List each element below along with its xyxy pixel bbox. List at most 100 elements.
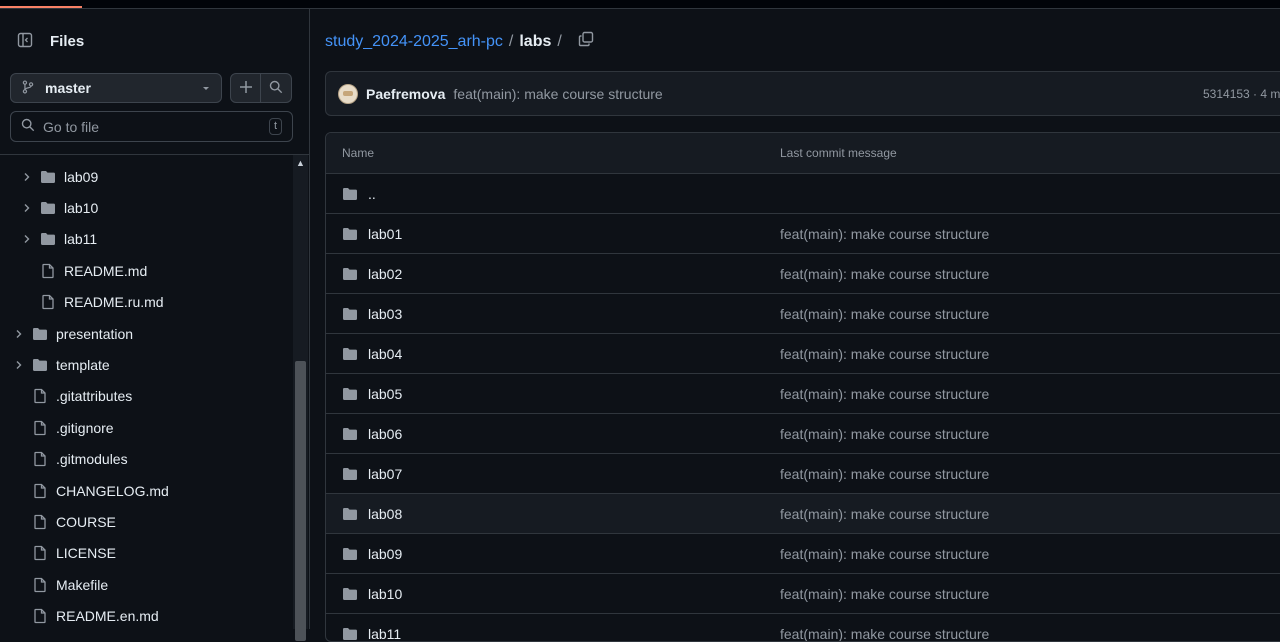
folder-icon <box>32 326 48 342</box>
tree-item[interactable]: .gitignore <box>0 412 292 443</box>
chevron-right-icon[interactable] <box>20 232 34 246</box>
commit-message-link[interactable]: feat(main): make course structure <box>780 306 989 322</box>
folder-icon <box>342 546 358 565</box>
chevron-right-icon[interactable] <box>20 201 34 215</box>
table-row[interactable]: lab11 feat(main): make course structure <box>326 614 1280 641</box>
tree-item[interactable]: .gitmodules <box>0 444 292 475</box>
file-name-link[interactable]: lab10 <box>368 586 402 602</box>
tree-item-label: .gitattributes <box>56 388 133 405</box>
folder-icon <box>342 506 358 525</box>
avatar[interactable] <box>338 83 358 104</box>
file-icon <box>32 388 48 404</box>
tree-item[interactable]: template <box>0 349 292 380</box>
column-header-commit-message: Last commit message <box>780 146 897 160</box>
commit-sha-and-time[interactable]: 5314153 · 4 minutes ago <box>1203 87 1280 101</box>
table-row[interactable]: lab03 feat(main): make course structure <box>326 294 1280 334</box>
tree-item[interactable]: COURSE <box>0 506 292 537</box>
sidebar-scrollbar[interactable]: ▲ <box>293 155 308 641</box>
tree-item[interactable]: presentation <box>0 318 292 349</box>
tree-item-label: README.en.md <box>56 608 159 625</box>
file-name-link[interactable]: lab11 <box>368 626 401 641</box>
tree-item[interactable]: lab10 <box>0 192 292 223</box>
table-row[interactable]: lab08 feat(main): make course structure <box>326 494 1280 534</box>
caret-down-icon <box>201 80 211 96</box>
collapse-sidebar-button[interactable] <box>10 26 40 56</box>
scrollbar-thumb[interactable] <box>295 361 306 641</box>
file-name-link[interactable]: lab06 <box>368 426 402 442</box>
folder-icon <box>40 200 56 216</box>
file-name-link[interactable]: lab04 <box>368 346 402 362</box>
latest-commit-box: Paefremova feat(main): make course struc… <box>325 71 1280 116</box>
tree-item[interactable]: lab09 <box>0 161 292 192</box>
tree-item[interactable]: .gitattributes <box>0 381 292 412</box>
folder-icon <box>342 626 358 641</box>
chevron-right-icon <box>12 389 26 403</box>
commit-message-link[interactable]: feat(main): make course structure <box>780 506 989 522</box>
chevron-right-icon <box>12 452 26 466</box>
commit-message-link[interactable]: feat(main): make course structure <box>780 626 989 641</box>
tree-item-label: .gitignore <box>56 419 114 436</box>
file-name-link[interactable]: lab09 <box>368 546 402 562</box>
table-row[interactable]: lab01 feat(main): make course structure <box>326 214 1280 254</box>
column-header-name: Name <box>342 146 375 160</box>
tree-item[interactable]: CHANGELOG.md <box>0 475 292 506</box>
breadcrumb-current: labs <box>519 32 552 50</box>
tree-item[interactable]: README.ru.md <box>0 287 292 318</box>
table-row[interactable]: lab06 feat(main): make course structure <box>326 414 1280 454</box>
commit-message-link[interactable]: feat(main): make course structure <box>780 426 989 442</box>
chevron-right-icon[interactable] <box>12 327 26 341</box>
file-name-link[interactable]: lab08 <box>368 506 402 522</box>
chevron-right-icon[interactable] <box>12 358 26 372</box>
file-name-link[interactable]: lab01 <box>368 226 402 242</box>
commit-message[interactable]: feat(main): make course structure <box>453 86 662 102</box>
commit-message-link[interactable]: feat(main): make course structure <box>780 226 989 242</box>
table-header: Name Last commit message <box>326 133 1280 174</box>
folder-icon <box>40 169 56 185</box>
commit-message-link[interactable]: feat(main): make course structure <box>780 466 989 482</box>
table-row[interactable]: .. <box>326 174 1280 214</box>
table-row[interactable]: lab07 feat(main): make course structure <box>326 454 1280 494</box>
table-row[interactable]: lab09 feat(main): make course structure <box>326 534 1280 574</box>
top-bar <box>0 0 1280 9</box>
commit-message-link[interactable]: feat(main): make course structure <box>780 586 989 602</box>
commit-author[interactable]: Paefremova <box>366 86 445 102</box>
file-name-link[interactable]: .. <box>368 186 376 202</box>
tree-item[interactable]: README.en.md <box>0 600 292 631</box>
tree-item[interactable]: README.md <box>0 255 292 286</box>
tree-item-label: LICENSE <box>56 545 116 562</box>
file-name-link[interactable]: lab05 <box>368 386 402 402</box>
file-icon <box>32 451 48 467</box>
commit-message-link[interactable]: feat(main): make course structure <box>780 386 989 402</box>
plus-icon <box>239 80 253 97</box>
tree-item[interactable]: lab11 <box>0 224 292 255</box>
table-row[interactable]: lab02 feat(main): make course structure <box>326 254 1280 294</box>
table-row[interactable]: lab05 feat(main): make course structure <box>326 374 1280 414</box>
breadcrumb-repo-link[interactable]: study_2024-2025_arh-pc <box>325 33 503 51</box>
tree-item[interactable]: Makefile <box>0 569 292 600</box>
chevron-right-icon <box>12 578 26 592</box>
tree-item[interactable]: LICENSE <box>0 538 292 569</box>
file-name-link[interactable]: lab02 <box>368 266 402 282</box>
branch-selector-button[interactable]: master <box>10 73 222 103</box>
chevron-right-icon[interactable] <box>20 170 34 184</box>
sidebar-divider <box>0 154 309 155</box>
git-branch-icon <box>21 79 35 97</box>
scroll-up-arrow-icon[interactable]: ▲ <box>293 155 308 170</box>
commit-message-link[interactable]: feat(main): make course structure <box>780 546 989 562</box>
folder-icon <box>342 186 358 205</box>
go-to-file-input[interactable]: Go to file t <box>10 111 293 142</box>
commit-message-link[interactable]: feat(main): make course structure <box>780 266 989 282</box>
tree-item-label: lab09 <box>64 168 99 185</box>
file-icon <box>32 483 48 499</box>
commit-message-link[interactable]: feat(main): make course structure <box>780 346 989 362</box>
table-row[interactable]: lab04 feat(main): make course structure <box>326 334 1280 374</box>
file-name-link[interactable]: lab07 <box>368 466 402 482</box>
copy-path-button[interactable] <box>578 31 594 52</box>
file-icon <box>40 294 56 310</box>
chevron-right-icon <box>12 515 26 529</box>
sidebar-title: Files <box>50 32 85 50</box>
add-file-button[interactable] <box>230 73 261 103</box>
search-code-button[interactable] <box>261 73 292 103</box>
file-name-link[interactable]: lab03 <box>368 306 402 322</box>
table-row[interactable]: lab10 feat(main): make course structure <box>326 574 1280 614</box>
